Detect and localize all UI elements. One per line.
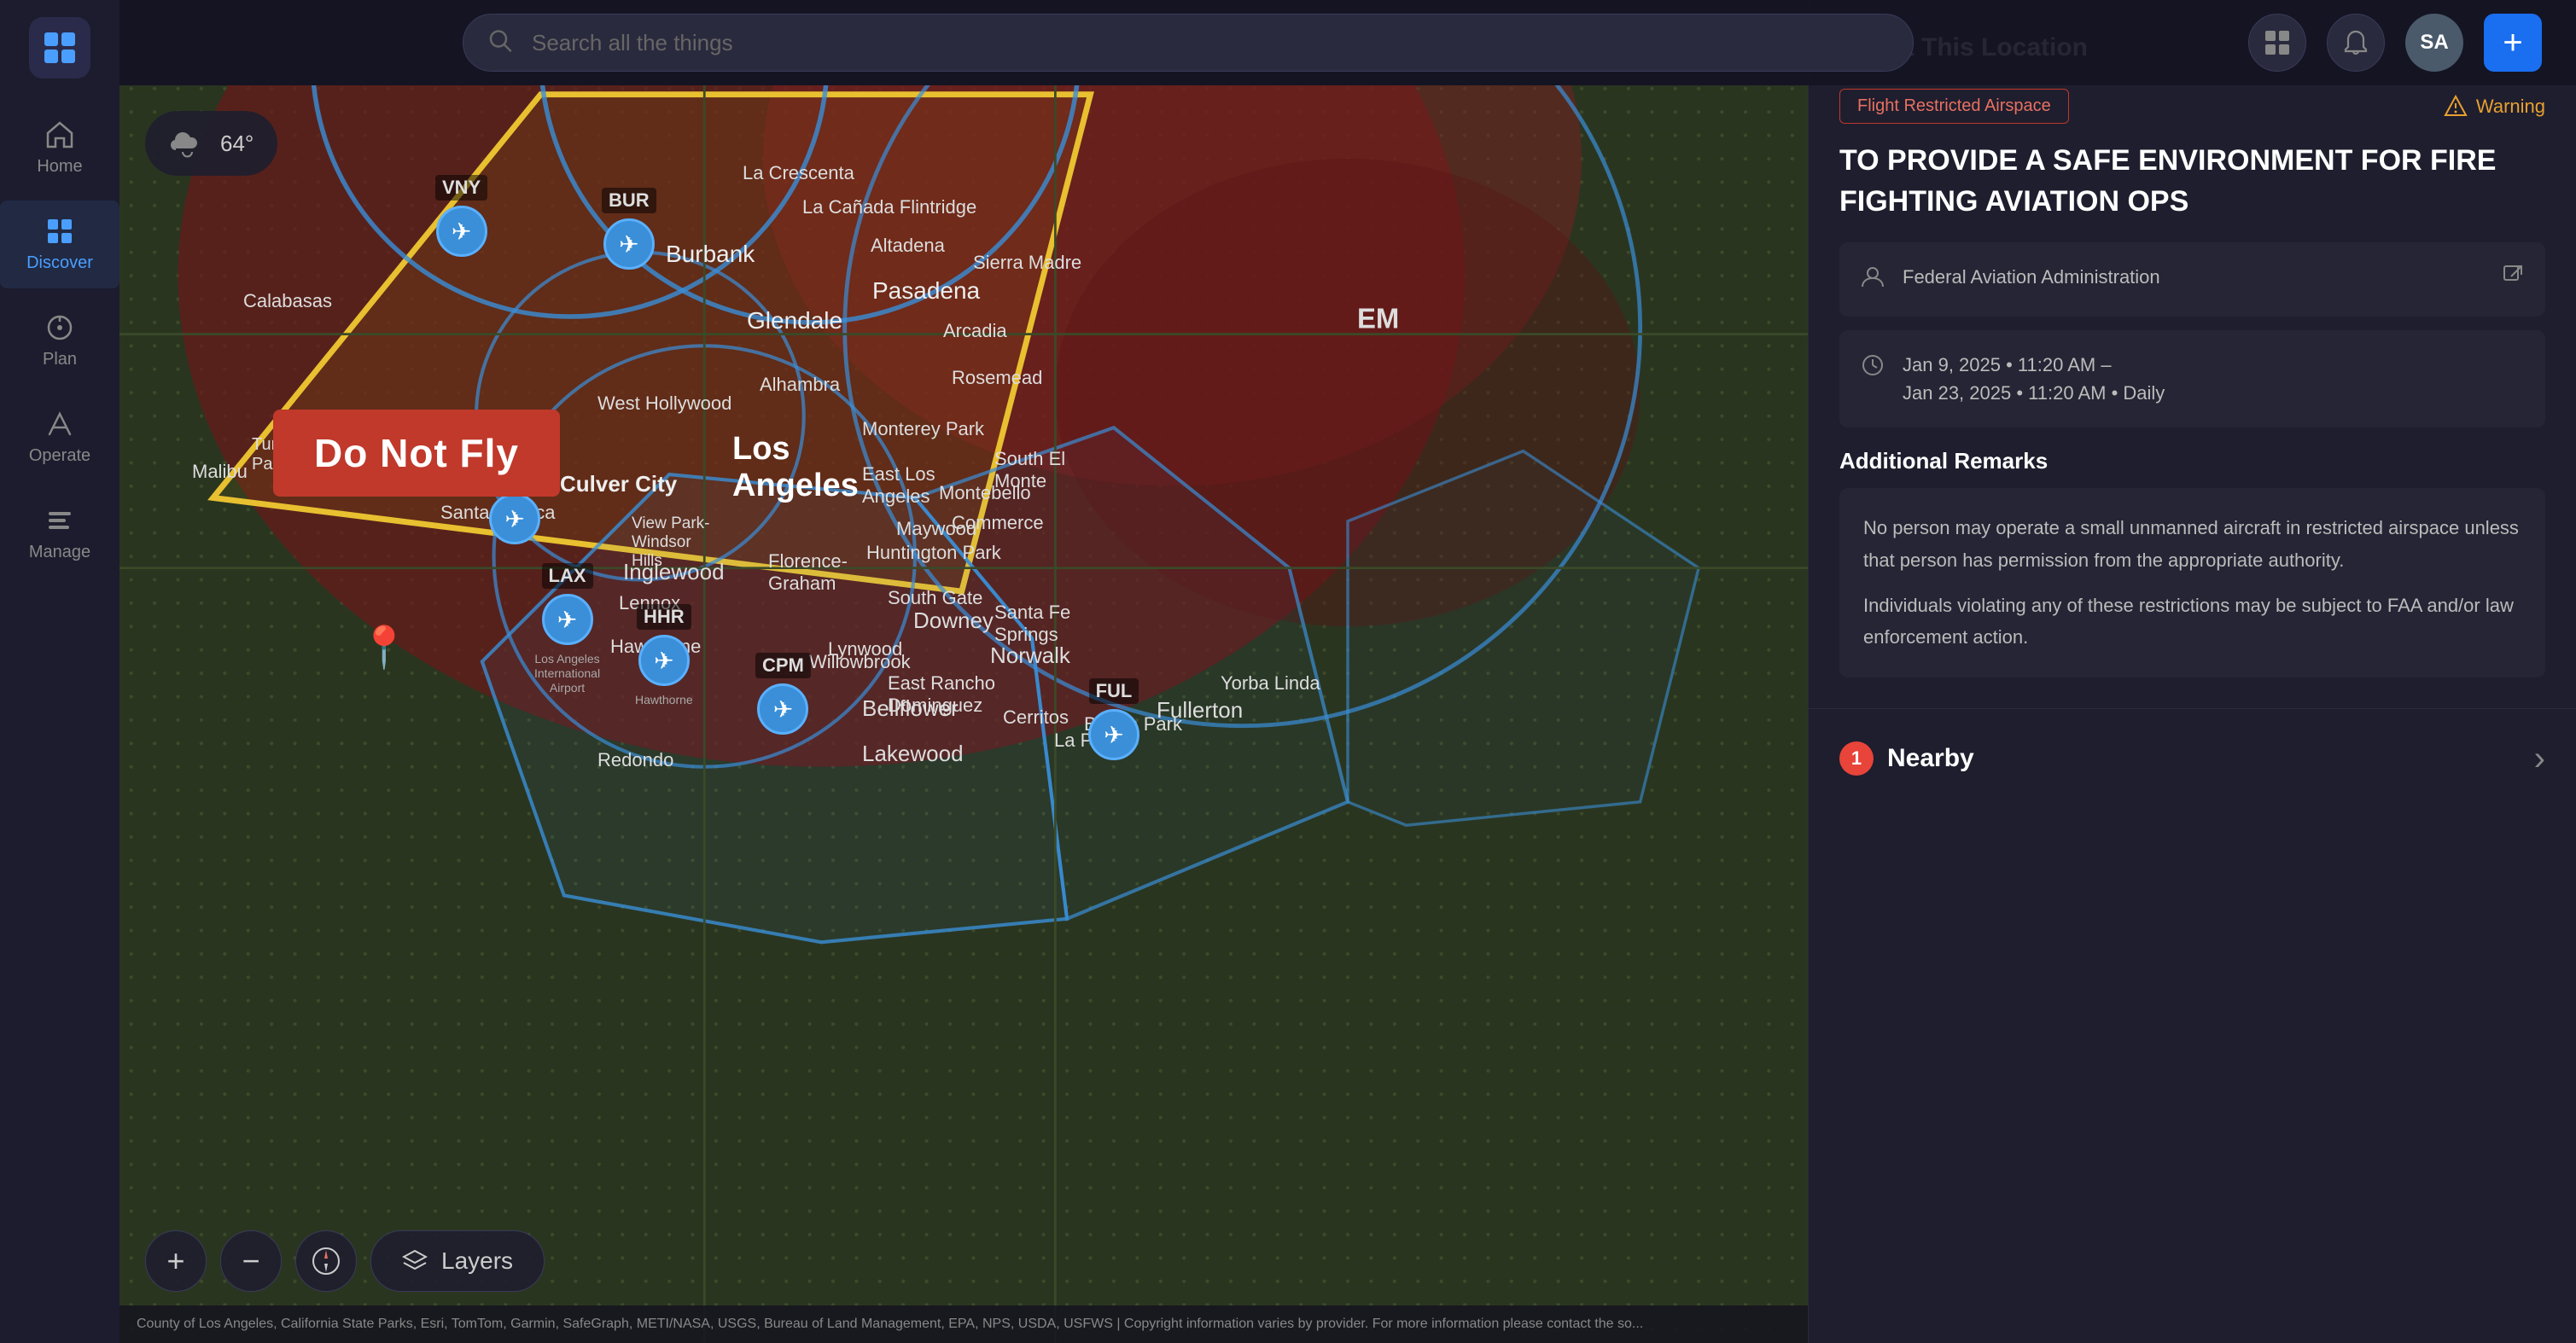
- warning-icon: [2444, 95, 2468, 119]
- restriction-title: TO PROVIDE A SAFE ENVIRONMENT FOR FIRE F…: [1839, 141, 2545, 222]
- airport-ful-icon: ✈: [1088, 709, 1139, 760]
- user-avatar[interactable]: SA: [2405, 14, 2463, 72]
- airport-lax[interactable]: LAX ✈ Los AngelesInternationalAirport: [534, 563, 600, 695]
- search-input[interactable]: [463, 14, 1914, 72]
- airport-hhr-icon: ✈: [638, 635, 690, 686]
- map-pin: 📍: [358, 623, 410, 672]
- airport-ful-code: FUL: [1089, 678, 1139, 704]
- additional-remarks-title: Additional Remarks: [1839, 448, 2545, 474]
- sidebar-item-discover-label: Discover: [26, 253, 93, 273]
- airport-vny-code: VNY: [435, 175, 487, 201]
- compass-button[interactable]: [295, 1230, 357, 1292]
- app-logo[interactable]: [29, 17, 90, 78]
- grid-view-button[interactable]: [2248, 14, 2306, 72]
- do-not-fly-badge: Do Not Fly: [273, 410, 560, 497]
- nearby-title: Nearby: [1887, 744, 1974, 773]
- remark-2: Individuals violating any of these restr…: [1863, 590, 2521, 654]
- map-controls: + − Layers: [145, 1230, 545, 1292]
- warning-label: Warning: [2476, 96, 2545, 118]
- zoom-out-button[interactable]: −: [220, 1230, 282, 1292]
- notifications-button[interactable]: [2327, 14, 2385, 72]
- sidebar-item-operate-label: Operate: [29, 446, 90, 466]
- layers-button[interactable]: Layers: [370, 1230, 545, 1292]
- topbar-actions: SA +: [2248, 14, 2542, 72]
- topbar: SA +: [119, 0, 2576, 85]
- sidebar-item-operate[interactable]: Operate: [0, 393, 119, 481]
- external-link[interactable]: [2501, 263, 2525, 293]
- airport-hhr[interactable]: HHR ✈ Hawthorne: [635, 604, 693, 706]
- layers-label: Layers: [441, 1247, 513, 1275]
- airport-cpm-icon: ✈: [757, 683, 808, 735]
- airport-lax-icon: ✈: [542, 594, 593, 645]
- nearby-left: 1 Nearby: [1839, 741, 1974, 776]
- sidebar-item-manage-label: Manage: [29, 543, 90, 562]
- airport-ful[interactable]: FUL ✈: [1088, 678, 1139, 760]
- authority-icon: [1860, 265, 1885, 296]
- authority-row: Federal Aviation Administration: [1839, 242, 2545, 317]
- clock-icon: [1860, 352, 1885, 384]
- authority-name: Federal Aviation Administration: [1903, 263, 2160, 291]
- sidebar-item-home-label: Home: [37, 157, 82, 177]
- airport-smo-icon: ✈: [489, 493, 540, 544]
- search-container: [463, 14, 1914, 72]
- airport-hhr-code: HHR: [637, 604, 691, 630]
- add-button[interactable]: +: [2484, 14, 2542, 72]
- airport-cpm[interactable]: CPM ✈: [755, 653, 811, 735]
- nearby-chevron: ›: [2534, 740, 2545, 778]
- time-text: Jan 9, 2025 • 11:20 AM – Jan 23, 2025 • …: [1903, 351, 2165, 407]
- time-range-2: Jan 23, 2025 • 11:20 AM • Daily: [1903, 379, 2165, 407]
- sidebar-item-home[interactable]: Home: [0, 104, 119, 192]
- attribution-text: County of Los Angeles, California State …: [137, 1317, 1643, 1332]
- temperature: 64°: [220, 131, 254, 157]
- airport-lax-code: LAX: [542, 563, 593, 589]
- plus-icon: +: [2503, 24, 2522, 62]
- airport-bur-code: BUR: [602, 188, 656, 213]
- weather-widget: 64°: [145, 111, 277, 176]
- airport-cpm-code: CPM: [755, 653, 811, 678]
- sidebar-item-plan-label: Plan: [43, 350, 77, 369]
- main-content: SA +: [119, 0, 2576, 1343]
- warning-badge: Warning: [2444, 95, 2545, 119]
- search-icon: [487, 27, 514, 59]
- at-location-section: 1 At This Location ∨ Flight Restricted A…: [1809, 0, 2576, 709]
- remark-1: No person may operate a small unmanned a…: [1863, 512, 2521, 576]
- nearby-section[interactable]: 1 Nearby ›: [1809, 709, 2576, 809]
- svg-text:EM: EM: [1357, 303, 1399, 334]
- zoom-in-button[interactable]: +: [145, 1230, 207, 1292]
- cloud-icon: [169, 125, 207, 162]
- restriction-type-badge: Flight Restricted Airspace: [1839, 89, 2069, 124]
- airport-bur-icon: ✈: [603, 218, 655, 270]
- sidebar: Home Discover Plan Operate Manag: [0, 0, 119, 1343]
- sidebar-item-discover[interactable]: Discover: [0, 201, 119, 288]
- time-row: Jan 9, 2025 • 11:20 AM – Jan 23, 2025 • …: [1839, 330, 2545, 427]
- time-range-1: Jan 9, 2025 • 11:20 AM –: [1903, 351, 2165, 379]
- layers-icon: [402, 1248, 428, 1274]
- sidebar-item-plan[interactable]: Plan: [0, 297, 119, 385]
- sidebar-item-manage[interactable]: Manage: [0, 490, 119, 578]
- airport-bur[interactable]: BUR ✈: [602, 188, 656, 270]
- right-panel: 1 At This Location ∨ Flight Restricted A…: [1808, 0, 2576, 1343]
- airport-vny[interactable]: VNY ✈: [435, 175, 487, 257]
- avatar-initials: SA: [2420, 31, 2448, 55]
- nearby-badge: 1: [1839, 741, 1874, 776]
- airport-vny-icon: ✈: [436, 206, 487, 257]
- remarks-box: No person may operate a small unmanned a…: [1839, 488, 2545, 677]
- restriction-header: Flight Restricted Airspace Warning: [1839, 89, 2545, 124]
- restriction-card: Flight Restricted Airspace Warning TO PR…: [1839, 89, 2545, 677]
